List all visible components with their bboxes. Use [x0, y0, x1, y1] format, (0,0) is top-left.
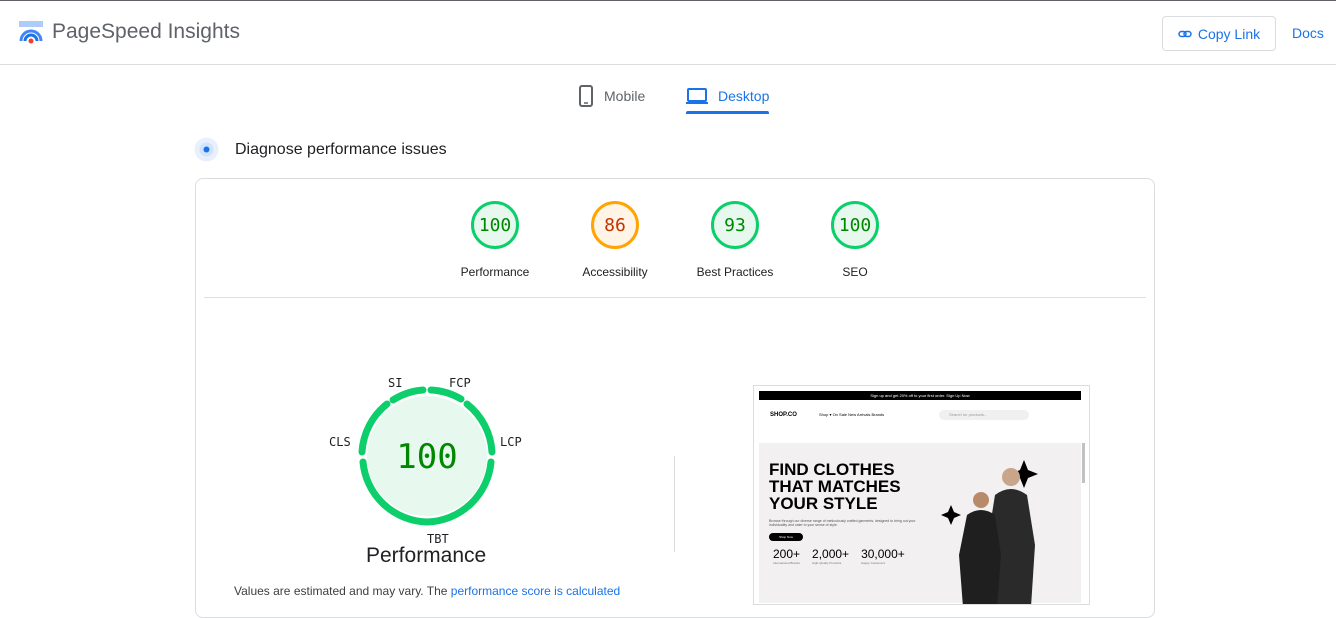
stat-value: 200+ [773, 547, 801, 561]
screenshot-description: Browse through our diverse range of meti… [769, 519, 916, 527]
score-value: 93 [711, 201, 759, 249]
screenshot-stats: 200+ International Brands 2,000+ High-Qu… [773, 547, 905, 565]
screenshot-scrollbar [1082, 443, 1085, 483]
score-gauge-performance[interactable]: 100 Performance [435, 201, 555, 279]
screenshot-search: Search for products... [939, 410, 1029, 420]
screenshot-hero: FIND CLOTHES THAT MATCHES YOUR STYLE Bro… [759, 443, 1081, 604]
laptop-icon [686, 88, 708, 104]
page-screenshot: Sign up and get 20% off to your first or… [753, 385, 1090, 605]
score-gauge-accessibility[interactable]: 86 Accessibility [555, 201, 675, 279]
screenshot-stat: 200+ International Brands [773, 547, 800, 565]
copy-link-label: Copy Link [1197, 25, 1261, 42]
vertical-separator [674, 456, 675, 552]
metric-lcp-label: LCP [500, 435, 522, 449]
score-gauge-best-practices[interactable]: 93 Best Practices [675, 201, 795, 279]
stat-label: High-Quality Products [812, 561, 842, 565]
brand-title: PageSpeed Insights [52, 20, 240, 43]
tab-desktop[interactable]: Desktop [686, 78, 770, 114]
stat-value: 30,000+ [861, 547, 905, 561]
metric-fcp-label: FCP [449, 376, 471, 390]
divider [204, 297, 1146, 298]
performance-big-score: 100 [396, 437, 457, 477]
diagnose-section-header: Diagnose performance issues [194, 137, 447, 162]
score-label: Accessibility [582, 265, 648, 279]
score-gauge-seo[interactable]: 100 SEO [795, 201, 915, 279]
mobile-phone-icon [579, 85, 593, 107]
score-label: SEO [842, 265, 868, 279]
performance-score-link[interactable]: performance score is calculated [451, 584, 620, 598]
diagnose-icon [194, 137, 219, 162]
score-label: Performance [460, 265, 530, 279]
score-value: 86 [591, 201, 639, 249]
values-note: Values are estimated and may vary. The p… [234, 584, 620, 598]
score-value: 100 [471, 201, 519, 249]
performance-title: Performance [366, 544, 487, 567]
screenshot-shop-button: Shop Now [769, 533, 803, 541]
screenshot-banner: Sign up and get 20% off to your first or… [759, 391, 1081, 400]
screenshot-stat: 2,000+ High-Quality Products [812, 547, 849, 565]
stat-value: 2,000+ [812, 547, 850, 561]
note-text: Values are estimated and may vary. The [234, 584, 451, 598]
hero-models-image [941, 460, 1038, 604]
copy-link-button[interactable]: Copy Link [1162, 16, 1276, 51]
metric-cls-label: CLS [329, 435, 351, 449]
stat-label: International Brands [773, 561, 800, 565]
metric-si-label: SI [388, 376, 403, 390]
performance-big-gauge: 100 [358, 386, 496, 526]
link-icon [1178, 30, 1192, 37]
top-bar: PageSpeed Insights Copy Link Docs [0, 0, 1336, 65]
docs-link[interactable]: Docs [1292, 25, 1324, 41]
screenshot-logo: SHOP.CO [770, 412, 797, 418]
score-value: 100 [831, 201, 879, 249]
pagespeed-logo-icon [19, 21, 43, 44]
tab-mobile[interactable]: Mobile [578, 78, 645, 114]
screenshot-headline: FIND CLOTHES THAT MATCHES YOUR STYLE [769, 460, 901, 513]
tab-mobile-label: Mobile [604, 88, 646, 104]
active-tab-indicator [686, 111, 770, 114]
screenshot-stat: 30,000+ Happy Customers [861, 547, 905, 565]
screenshot-menu: Shop ▾ On Sale New Arrivals Brands [819, 412, 885, 417]
screenshot-nav: SHOP.CO Shop ▾ On Sale New Arrivals Bran… [759, 400, 1081, 442]
diagnose-title: Diagnose performance issues [235, 140, 447, 158]
score-label: Best Practices [696, 265, 774, 279]
tab-desktop-label: Desktop [718, 88, 770, 104]
stat-label: Happy Customers [861, 561, 886, 565]
brand[interactable]: PageSpeed Insights [18, 19, 240, 45]
